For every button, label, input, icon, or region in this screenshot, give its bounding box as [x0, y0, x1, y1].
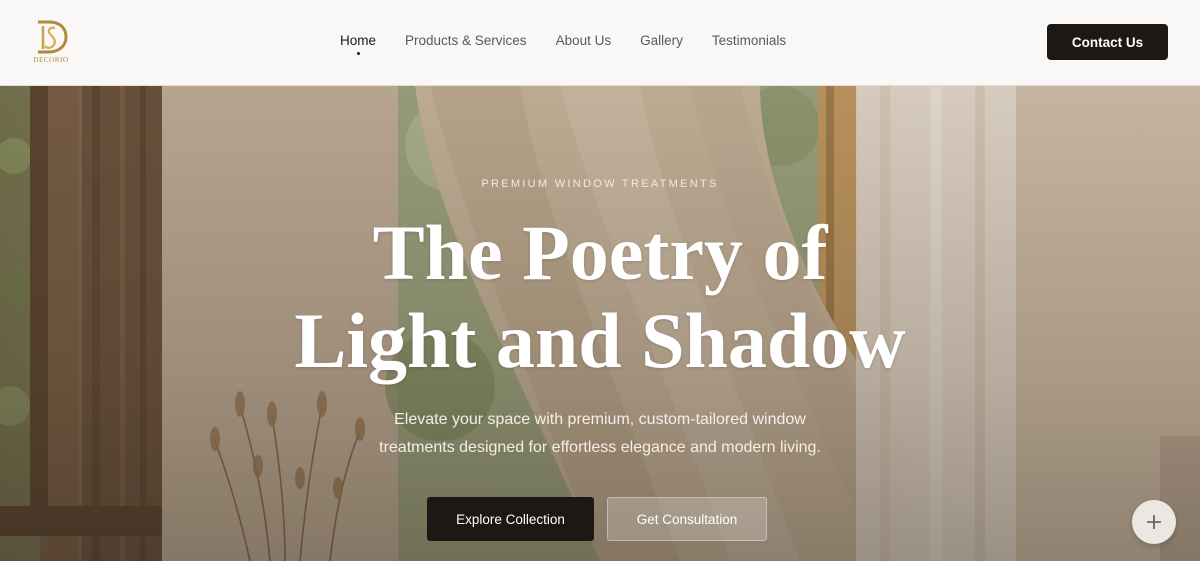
nav-item-label: Gallery: [640, 33, 683, 48]
nav-item-testimonials[interactable]: Testimonials: [712, 32, 786, 49]
nav-item-home[interactable]: Home: [340, 32, 377, 55]
hero-headline-line: Light and Shadow: [294, 297, 906, 384]
hero-subtext: Elevate your space with premium, custom-…: [0, 406, 1200, 462]
explore-collection-button[interactable]: Explore Collection: [427, 497, 594, 541]
hero-headline-line: The Poetry of: [372, 209, 828, 296]
logo-monogram-icon: [38, 20, 68, 54]
contact-us-button[interactable]: Contact Us: [1047, 24, 1168, 60]
active-indicator-dot: [356, 52, 360, 55]
nav-item-gallery[interactable]: Gallery: [640, 32, 683, 49]
main-nav: Home Products & Services About Us Galler…: [340, 32, 815, 55]
hero-eyebrow: PREMIUM WINDOW TREATMENTS: [481, 178, 719, 190]
hero-headline: The Poetry of Light and Shadow: [0, 209, 1200, 385]
nav-item-products-services[interactable]: Products & Services: [405, 32, 527, 49]
plus-icon: [1147, 515, 1161, 529]
get-consultation-button[interactable]: Get Consultation: [607, 497, 767, 541]
nav-item-label: About Us: [555, 33, 612, 48]
nav-item-about-us[interactable]: About Us: [556, 32, 612, 49]
brand-logo[interactable]: DECORIO: [30, 18, 72, 66]
nav-item-label: Products & Services: [405, 33, 527, 48]
nav-item-label: Testimonials: [711, 33, 787, 48]
hero-subtext-line: treatments designed for effortless elega…: [379, 439, 821, 456]
site-header: DECORIO Home Products & Services About U…: [0, 0, 1200, 86]
nav-item-label: Home: [340, 33, 377, 48]
hero-subtext-line: Elevate your space with premium, custom-…: [394, 411, 806, 428]
hero-section: PREMIUM WINDOW TREATMENTS The Poetry of …: [0, 86, 1200, 561]
logo-wordmark: DECORIO: [33, 56, 69, 64]
floating-action-button[interactable]: [1132, 500, 1176, 544]
